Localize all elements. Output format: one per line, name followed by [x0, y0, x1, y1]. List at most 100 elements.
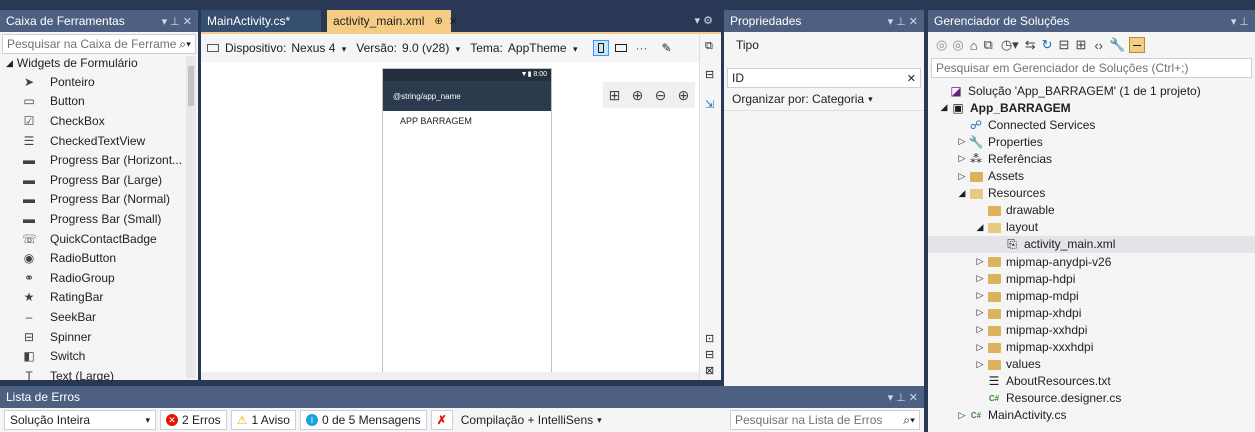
collapse-all-icon[interactable]: ⊟ [1059, 37, 1070, 53]
switch-views-icon[interactable]: ⧉ [984, 37, 993, 53]
back-icon[interactable]: ◎ [936, 37, 947, 53]
search-icon[interactable]: ⌕▾ [903, 413, 915, 428]
expand-arrow-icon[interactable]: ▷ [974, 290, 986, 301]
error-list-search-input[interactable]: Pesquisar na Lista de Erros ⌕▾ [730, 410, 920, 430]
tab-overflow-menu[interactable]: ▾ ⚙ [695, 14, 713, 27]
toolbox-item[interactable]: ▬ Progress Bar (Horizont... [0, 150, 198, 170]
tree-item[interactable]: ▷ mipmap-xxxhdpi [928, 339, 1255, 356]
expand-arrow-icon[interactable]: ▷ [956, 153, 968, 164]
tree-item[interactable]: ▷ mipmap-mdpi [928, 287, 1255, 304]
tree-item[interactable]: ◢ ▣ App_BARRAGEM [928, 99, 1255, 116]
tree-item[interactable]: ▷ Assets [928, 168, 1255, 185]
portrait-toggle-icon[interactable] [593, 40, 610, 56]
toolbox-item[interactable]: ◉ RadioButton [0, 248, 198, 268]
expand-arrow-icon[interactable]: ▷ [956, 171, 968, 182]
tree-item[interactable]: ⎘ activity_main.xml [928, 235, 1255, 253]
tree-item[interactable]: C# Resource.designer.cs [928, 390, 1255, 407]
tab-mainactivity[interactable]: MainActivity.cs* [201, 10, 321, 32]
expand-arrow-icon[interactable]: ▷ [974, 359, 986, 370]
landscape-toggle-icon[interactable] [615, 44, 628, 52]
expand-arrow-icon[interactable]: ▷ [974, 324, 986, 335]
organize-dropdown[interactable]: Organizar por: Categoria ▾ [724, 88, 924, 110]
fit-icon[interactable]: ⊡ [705, 332, 714, 345]
build-filter-dropdown[interactable]: Compilação + IntelliSens ▾ [457, 410, 606, 430]
more-options-icon[interactable]: ··· [635, 41, 647, 55]
toolbox-item[interactable]: ◧ Switch [0, 346, 198, 366]
fit-screen-icon[interactable]: ⊞ [609, 87, 621, 104]
expand-arrow-icon[interactable]: ◢ [974, 222, 986, 233]
wrench-icon[interactable]: 🔧 [1109, 37, 1125, 53]
expand-arrow-icon[interactable]: ▷ [956, 136, 968, 147]
code-view-icon[interactable]: ‹› [1094, 38, 1103, 53]
expand-arrow-icon[interactable]: ▷ [956, 410, 968, 421]
tree-item[interactable]: drawable [928, 202, 1255, 219]
solution-window-controls[interactable]: ▾ ⊥ [1231, 15, 1249, 28]
clear-filter-icon[interactable]: ✗ [430, 410, 453, 430]
version-dropdown[interactable]: 9.0 (v28) ▾ [402, 41, 460, 55]
device-dropdown[interactable]: Nexus 4 ▾ [291, 41, 346, 55]
refresh-icon[interactable]: ↻ [1042, 37, 1053, 53]
document-outline-icon[interactable]: ⇲ [705, 98, 714, 111]
layout-icon[interactable]: ⊟ [705, 68, 714, 81]
scope-dropdown[interactable]: Solução Inteira ▾ [4, 410, 156, 430]
expand-arrow-icon[interactable]: ◢ [938, 102, 950, 113]
warnings-filter-button[interactable]: ⚠ 1 Aviso [230, 410, 296, 430]
toolbox-item[interactable]: ➤ Ponteiro [0, 72, 198, 92]
zoom-out-icon[interactable]: ⊖ [655, 87, 667, 104]
expand-arrow-icon[interactable]: ◢ [956, 188, 968, 199]
expand-arrow-icon[interactable]: ▷ [974, 256, 986, 267]
tree-item[interactable]: ▷ C# MainActivity.cs [928, 407, 1255, 424]
toolbox-item[interactable]: ▬ Progress Bar (Small) [0, 209, 198, 229]
pin-icon[interactable]: ⊕ [434, 16, 442, 27]
toolbox-category-header[interactable]: ◢ Widgets de Formulário [0, 54, 198, 72]
close-icon[interactable]: ✕ [449, 15, 458, 28]
tree-item[interactable]: ▷ 🔧 Properties [928, 133, 1255, 150]
canvas-hscrollbar[interactable] [201, 372, 699, 380]
dock-icon[interactable]: ⧉ [705, 40, 713, 53]
toolbox-item[interactable]: ▬ Progress Bar (Normal) [0, 190, 198, 210]
tree-item[interactable]: ▷ mipmap-xhdpi [928, 304, 1255, 321]
search-icon[interactable]: ⌕▾ [179, 37, 191, 52]
toolbox-item[interactable]: ☑ CheckBox [0, 111, 198, 131]
split-icon[interactable]: ⊟ [705, 348, 714, 361]
toolbox-item[interactable]: ⊟ Spinner [0, 327, 198, 347]
tree-item[interactable]: ▷ mipmap-xxhdpi [928, 321, 1255, 338]
tree-item[interactable]: ◢ Resources [928, 185, 1255, 202]
toolbox-search-input[interactable]: Pesquisar na Caixa de Ferrame ⌕▾ [2, 34, 196, 54]
toolbox-item[interactable]: ★ RatingBar [0, 288, 198, 308]
tab-activity-main[interactable]: activity_main.xml ⊕ ✕ [327, 10, 458, 32]
error-list-window-controls[interactable]: ▾ ⊥ ✕ [888, 391, 918, 404]
toolbox-scrollbar[interactable] [186, 56, 196, 378]
zoom-in-icon[interactable]: ⊕ [678, 87, 690, 104]
zoom-reset-icon[interactable]: ⊕ [632, 87, 644, 104]
tree-item[interactable]: ◪ Solução 'App_BARRAGEM' (1 de 1 projeto) [928, 82, 1255, 99]
toolbox-item[interactable]: ☏ QuickContactBadge [0, 229, 198, 249]
toolbox-item[interactable]: T Text (Large) [0, 366, 198, 386]
preview-toggle-icon[interactable] [1129, 37, 1146, 53]
solution-search-input[interactable]: Pesquisar em Gerenciador de Soluções (Ct… [931, 58, 1252, 78]
toolbox-item[interactable]: ▬ Progress Bar (Large) [0, 170, 198, 190]
edit-icon[interactable]: ✎ [661, 41, 671, 55]
forward-icon[interactable]: ◎ [952, 37, 963, 53]
toolbox-item[interactable]: ☰ CheckedTextView [0, 131, 198, 151]
phone-preview[interactable]: ▼▮ 8:00 @string/app_name APP BARRAGEM [382, 68, 552, 380]
sync-icon[interactable]: ⇆ [1025, 37, 1036, 53]
collapse-icon[interactable]: ⊠ [705, 364, 714, 377]
expand-arrow-icon[interactable]: ▷ [974, 342, 986, 353]
properties-window-controls[interactable]: ▾ ⊥ ✕ [888, 15, 918, 28]
tree-item[interactable]: ☍ Connected Services [928, 116, 1255, 133]
errors-filter-button[interactable]: ✕ 2 Erros [160, 410, 227, 430]
tree-item[interactable]: ▷ mipmap-hdpi [928, 270, 1255, 287]
show-all-files-icon[interactable]: ⊞ [1075, 37, 1086, 53]
properties-id-input[interactable]: ID ✕ [727, 68, 921, 88]
toolbox-item[interactable]: ▭ Button [0, 92, 198, 112]
tree-item[interactable]: ▷ ⁂ Referências [928, 150, 1255, 167]
toolbox-item[interactable]: ⚭ RadioGroup [0, 268, 198, 288]
toolbox-window-controls[interactable]: ▾ ⊥ ✕ [162, 15, 192, 28]
expand-arrow-icon[interactable]: ▷ [974, 273, 986, 284]
clear-icon[interactable]: ✕ [907, 72, 916, 85]
tree-item[interactable]: ▷ mipmap-anydpi-v26 [928, 253, 1255, 270]
expand-arrow-icon[interactable]: ▷ [974, 307, 986, 318]
home-icon[interactable]: ⌂ [970, 38, 978, 53]
tree-item[interactable]: ◢ layout [928, 219, 1255, 236]
